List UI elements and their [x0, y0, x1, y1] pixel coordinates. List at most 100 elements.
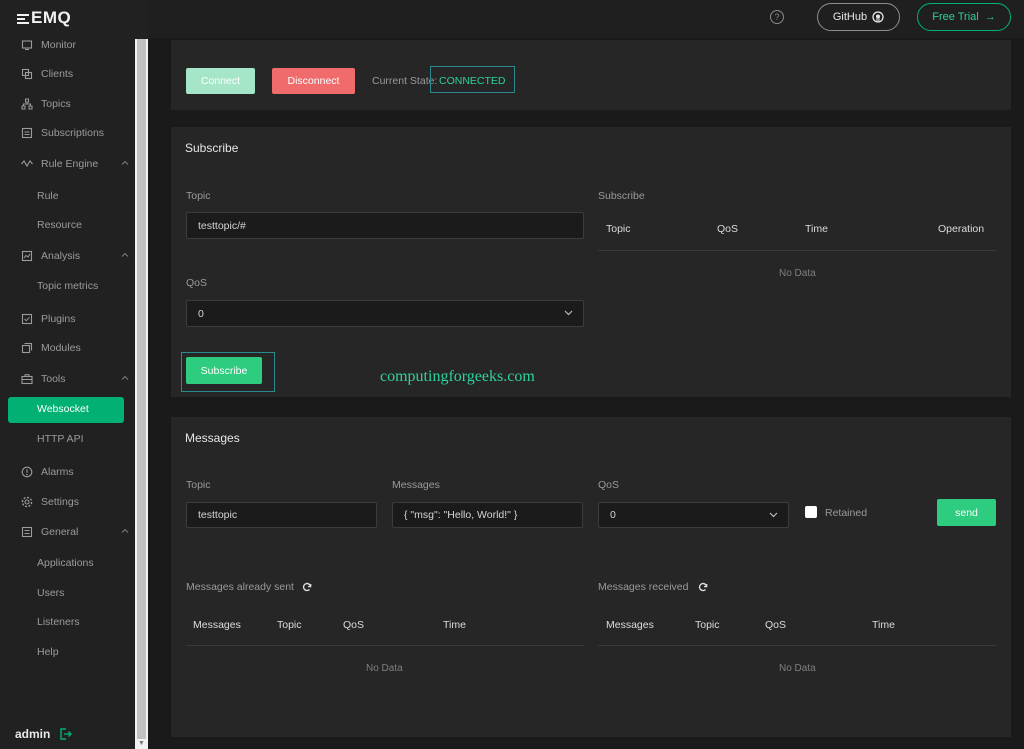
- sidebar-item-resource[interactable]: Resource: [37, 219, 82, 231]
- sidebar: EMQ Monitor Clients Topics Subscriptions…: [0, 0, 135, 749]
- subscription-list-title: Subscribe: [598, 190, 645, 202]
- github-button[interactable]: GitHub: [817, 3, 900, 31]
- watermark-text: computingforgeeks.com: [380, 368, 535, 385]
- subscriptions-icon: [20, 127, 33, 140]
- free-trial-button[interactable]: Free Trial →: [917, 3, 1011, 31]
- sidebar-item-subscriptions[interactable]: Subscriptions: [20, 125, 132, 141]
- brand-name: EMQ: [31, 8, 72, 27]
- messages-received-title: Messages received: [598, 581, 689, 593]
- sidebar-item-topics[interactable]: Topics: [20, 96, 132, 112]
- sidebar-item-label: Topics: [41, 98, 71, 110]
- messages-title: Messages: [185, 431, 240, 445]
- message-topic-value: testtopic: [198, 509, 238, 521]
- refresh-icon[interactable]: [698, 582, 708, 592]
- sidebar-item-label: Rule Engine: [41, 158, 99, 170]
- chevron-up-icon: [121, 252, 129, 257]
- message-payload-value: { "msg": "Hello, World!" }: [404, 509, 518, 521]
- refresh-icon[interactable]: [302, 582, 312, 592]
- current-state-label: Current State:: [372, 75, 438, 87]
- user-name: admin: [15, 727, 51, 741]
- sidebar-item-label: Settings: [41, 496, 79, 508]
- subscribe-panel: [171, 127, 1011, 397]
- sidebar-item-listeners[interactable]: Listeners: [37, 616, 80, 628]
- messages-sent-title: Messages already sent: [186, 581, 294, 593]
- arrow-right-icon: →: [984, 11, 996, 23]
- sidebar-item-websocket[interactable]: Websocket: [8, 397, 124, 423]
- message-topic-input[interactable]: testtopic: [186, 502, 377, 528]
- received-column-time: Time: [872, 619, 895, 631]
- message-payload-label: Messages: [392, 479, 440, 491]
- received-column-messages: Messages: [606, 619, 654, 631]
- retained-checkbox[interactable]: [805, 506, 817, 518]
- scrollbar-thumb[interactable]: [137, 39, 146, 739]
- plugins-icon: [20, 313, 33, 326]
- message-qos-select[interactable]: 0: [598, 502, 789, 528]
- sidebar-item-help[interactable]: Help: [37, 646, 59, 658]
- message-qos-value: 0: [610, 509, 616, 521]
- sent-column-messages: Messages: [193, 619, 241, 631]
- sidebar-item-alarms[interactable]: Alarms: [20, 464, 132, 480]
- sidebar-item-applications[interactable]: Applications: [37, 557, 94, 569]
- subscribe-qos-value: 0: [198, 307, 204, 320]
- sidebar-item-label: Websocket: [37, 403, 89, 415]
- chevron-down-icon: [564, 310, 573, 316]
- column-header-qos: QoS: [717, 223, 739, 235]
- chevron-up-icon: [121, 528, 129, 533]
- logo-mark: [17, 12, 29, 26]
- sidebar-item-users[interactable]: Users: [37, 587, 64, 599]
- subscribe-button[interactable]: Subscribe: [186, 357, 262, 384]
- sent-column-time: Time: [443, 619, 466, 631]
- sidebar-item-tools[interactable]: Tools: [20, 371, 132, 387]
- disconnect-button[interactable]: Disconnect: [272, 68, 355, 94]
- sidebar-item-settings[interactable]: Settings: [20, 494, 132, 510]
- sidebar-item-rule[interactable]: Rule: [37, 190, 59, 202]
- received-column-qos: QoS: [765, 619, 787, 631]
- sidebar-item-label: Alarms: [41, 466, 74, 478]
- subscribe-title: Subscribe: [185, 141, 239, 155]
- rule-engine-icon: [20, 158, 33, 171]
- sidebar-item-clients[interactable]: Clients: [20, 66, 132, 82]
- messages-panel: [171, 417, 1011, 737]
- column-header-operation: Operation: [938, 223, 985, 235]
- table-divider: [186, 645, 584, 646]
- sidebar-item-analysis[interactable]: Analysis: [20, 248, 132, 264]
- message-payload-input[interactable]: { "msg": "Hello, World!" }: [392, 502, 583, 528]
- github-label: GitHub: [832, 11, 868, 23]
- message-qos-label: QoS: [598, 479, 620, 491]
- sidebar-item-rule-engine[interactable]: Rule Engine: [20, 156, 132, 172]
- sidebar-item-label: Monitor: [41, 39, 77, 51]
- logo[interactable]: EMQ: [17, 8, 71, 28]
- analysis-icon: [20, 250, 33, 263]
- sidebar-item-plugins[interactable]: Plugins: [20, 311, 132, 327]
- github-icon: [872, 11, 884, 23]
- sidebar-item-http-api[interactable]: HTTP API: [37, 433, 84, 445]
- send-button[interactable]: send: [937, 499, 996, 526]
- sidebar-item-monitor[interactable]: Monitor: [20, 37, 132, 53]
- subscribe-topic-label: Topic: [186, 190, 211, 202]
- tools-icon: [20, 373, 33, 386]
- sent-column-qos: QoS: [343, 619, 365, 631]
- scroll-down-arrow-icon[interactable]: ▼: [137, 739, 146, 749]
- sidebar-item-label: Plugins: [41, 313, 76, 325]
- received-empty-text: No Data: [779, 663, 816, 674]
- connect-button[interactable]: Connect: [186, 68, 255, 94]
- table-divider: [598, 645, 996, 646]
- modules-icon: [20, 342, 33, 355]
- subscribe-topic-value: testtopic/#: [198, 219, 246, 232]
- help-icon[interactable]: ?: [770, 10, 784, 24]
- received-column-topic: Topic: [695, 619, 720, 631]
- sidebar-item-topic-metrics[interactable]: Topic metrics: [37, 280, 98, 292]
- subscribe-topic-input[interactable]: testtopic/#: [186, 212, 584, 239]
- sidebar-item-general[interactable]: General: [20, 524, 132, 540]
- sidebar-item-modules[interactable]: Modules: [20, 340, 132, 356]
- subscribe-qos-select[interactable]: 0: [186, 300, 584, 327]
- general-icon: [20, 526, 33, 539]
- chevron-down-icon: [769, 512, 778, 518]
- sidebar-top-strip: [135, 0, 148, 39]
- subscribe-qos-label: QoS: [186, 277, 208, 289]
- table-divider: [598, 250, 996, 251]
- sidebar-item-label: Analysis: [41, 250, 81, 262]
- column-header-topic: Topic: [606, 223, 631, 235]
- message-topic-label: Topic: [186, 479, 211, 491]
- logout-icon[interactable]: [59, 727, 72, 741]
